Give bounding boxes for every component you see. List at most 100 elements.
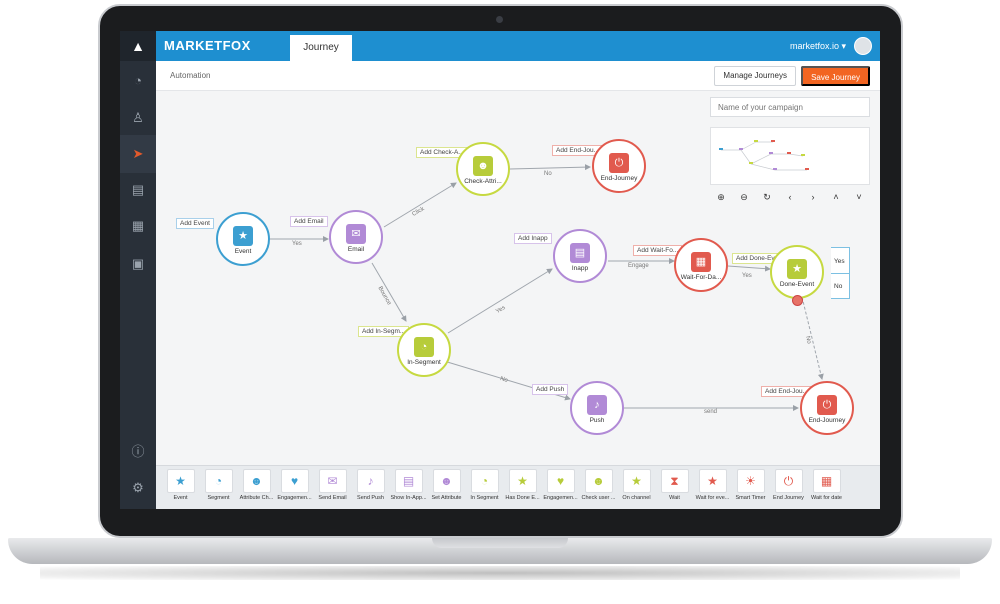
edge-label-yes: Yes [292, 241, 302, 247]
node-in-segment[interactable]: ◔ In-Segment [397, 323, 451, 377]
palette-item[interactable]: ♥ Engagemen... [276, 469, 313, 509]
palette-item[interactable]: ◔ Segment [200, 469, 237, 509]
edge-label-yes: Yes [742, 273, 752, 279]
node-label: End-Journey [600, 175, 638, 182]
node-done-event[interactable]: ★ Done-Event [770, 245, 824, 299]
palette-item[interactable]: ★ On channel [618, 469, 655, 509]
node-label: Event [234, 248, 252, 255]
pan-up-icon[interactable]: ˄ [827, 189, 845, 205]
timer-badge-icon [792, 295, 803, 306]
palette-icon: ♥ [546, 469, 575, 493]
campaign-icon[interactable]: ➤ [120, 135, 156, 173]
palette-icon: ◔ [470, 469, 499, 493]
palette-icon: ★ [698, 469, 727, 493]
add-inapp-tag[interactable]: Add Inapp [514, 233, 552, 244]
camera [496, 16, 503, 23]
palette-item[interactable]: ◔ In Segment [466, 469, 503, 509]
inbox-icon[interactable]: ▣ [120, 245, 156, 283]
pan-right-icon[interactable]: › [804, 189, 822, 205]
info-icon[interactable]: ⓘ [120, 431, 156, 469]
fox-logo-icon[interactable]: ▲ [120, 31, 156, 61]
node-label: Inapp [571, 265, 589, 272]
palette-label: Send Push [357, 495, 384, 501]
node-palette: ★ Event ◔ Segment ☻ Attribute Ch... ♥ Engagemen… [156, 465, 880, 509]
edge-label-send: send [704, 409, 718, 415]
laptop-shadow [40, 566, 960, 580]
sidebar: ▲ ◔ ♙ ➤ ▤ ▦ ▣ ⓘ ⚙ [120, 31, 156, 509]
gear-icon[interactable]: ⚙ [120, 469, 156, 507]
pan-down-icon[interactable]: ˅ [850, 189, 868, 205]
node-wait-for-date[interactable]: ▦ Wait-For-Da... [674, 238, 728, 292]
edge-label-engage: Engage [628, 263, 649, 269]
node-label: Done-Event [779, 281, 815, 288]
branch-yes-no[interactable]: Yes No [831, 247, 850, 299]
branch-divider [831, 273, 850, 274]
user-icon: ☻ [473, 156, 493, 176]
node-push[interactable]: ♪ Push [570, 381, 624, 435]
palette-item[interactable]: ♪ Send Push [352, 469, 389, 509]
mail-icon: ✉ [346, 224, 366, 244]
palette-item[interactable]: ★ Event [162, 469, 199, 509]
node-inapp[interactable]: ▤ Inapp [553, 229, 607, 283]
branch-no-label: No [834, 283, 843, 290]
palette-label: Show In-App... [390, 495, 427, 501]
reports-icon[interactable]: ▤ [120, 171, 156, 209]
campaign-name-input[interactable] [710, 97, 870, 117]
palette-icon: ▤ [394, 469, 423, 493]
palette-icon: ▦ [812, 469, 841, 493]
palette-item[interactable]: ☻ Set Attribute [428, 469, 465, 509]
palette-item[interactable]: ☻ Check user ... [580, 469, 617, 509]
node-email[interactable]: ✉ Email [329, 210, 383, 264]
add-event-tag[interactable]: Add Event [176, 218, 214, 229]
edge-wait-done [727, 265, 771, 272]
palette-icon: ☻ [242, 469, 271, 493]
palette-item[interactable]: ☻ Attribute Ch... [238, 469, 275, 509]
add-email-tag[interactable]: Add Email [290, 216, 328, 227]
palette-item[interactable]: ♥ Engagemen... [542, 469, 579, 509]
brand-name: MARKETFOX [164, 38, 251, 53]
reset-icon[interactable]: ↻ [758, 189, 776, 205]
tab-journey[interactable]: Journey [290, 35, 352, 61]
add-push-tag[interactable]: Add Push [532, 384, 569, 395]
dashboard-icon[interactable]: ◔ [120, 61, 156, 99]
palette-label: In Segment [470, 495, 499, 501]
palette-label: Attribute Ch... [239, 495, 274, 501]
palette-icon: ⧗ [660, 469, 689, 493]
node-event[interactable]: ★ Event [216, 212, 270, 266]
manage-journeys-button[interactable]: Manage Journeys [714, 66, 796, 86]
palette-label: Wait [669, 495, 680, 501]
palette-item[interactable]: ★ Has Done E... [504, 469, 541, 509]
zoom-in-icon[interactable]: ⊕ [712, 189, 730, 205]
minimap[interactable] [710, 127, 870, 185]
chat-icon: ▤ [570, 243, 590, 263]
sub-bar: Automation Manage Journeys Save Journey [156, 61, 880, 91]
palette-item[interactable]: ★ Wait for eve... [694, 469, 731, 509]
palette-icon: ★ [622, 469, 651, 493]
palette-item[interactable]: ⏻ End Journey [770, 469, 807, 509]
palette-label: Engagemen... [277, 495, 312, 501]
palette-icon: ✉ [318, 469, 347, 493]
zoom-out-icon[interactable]: ⊖ [735, 189, 753, 205]
node-check-attribute[interactable]: ☻ Check-Attri... [456, 142, 510, 196]
palette-icon: ◔ [204, 469, 233, 493]
palette-item[interactable]: ▤ Show In-App... [390, 469, 427, 509]
palette-item[interactable]: ▦ Wait for date [808, 469, 845, 509]
palette-label: End Journey [773, 495, 804, 501]
avatar[interactable] [854, 37, 872, 55]
palette-label: Event [173, 495, 188, 501]
pan-left-icon[interactable]: ‹ [781, 189, 799, 205]
edge-check-end [509, 164, 591, 171]
palette-item[interactable]: ✉ Send Email [314, 469, 351, 509]
settings-grid-icon[interactable]: ▦ [120, 207, 156, 245]
save-journey-button[interactable]: Save Journey [801, 66, 870, 86]
node-end-journey-bottom[interactable]: ⏻ End-Journey [800, 381, 854, 435]
branch-yes-label: Yes [834, 258, 845, 265]
palette-item[interactable]: ⧗ Wait [656, 469, 693, 509]
audience-icon[interactable]: ♙ [120, 99, 156, 137]
node-end-journey-top[interactable]: ⏻ End-Journey [592, 139, 646, 193]
palette-item[interactable]: ☀ Smart Timer [732, 469, 769, 509]
account-menu[interactable]: marketfox.io ▾ [790, 31, 846, 61]
zoom-controls: ⊕ ⊖ ↻ ‹ › ˄ ˅ [710, 189, 870, 205]
palette-label: Wait for date [811, 495, 842, 501]
palette-icon: ☀ [736, 469, 765, 493]
